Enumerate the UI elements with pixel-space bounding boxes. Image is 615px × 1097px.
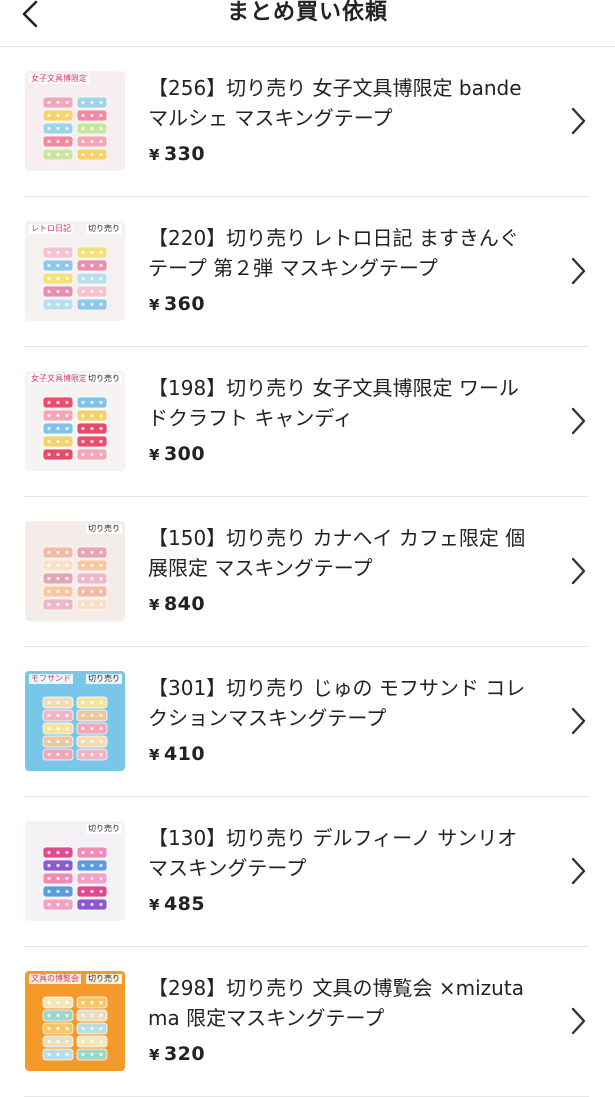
item-price: ¥360	[149, 293, 205, 315]
product-thumbnail: モフサンド 切り売り	[25, 671, 125, 771]
item-title: 【130】切り売り デルフィーノ サンリオ マスキングテープ	[148, 826, 518, 880]
thumbnail-label: 切り売り	[86, 374, 122, 384]
list-item[interactable]: 文具の博覧会 切り売り 【298】切り売り 文具の博覧会 ×mizutama 限定マ…	[0, 947, 615, 1097]
currency-symbol: ¥	[149, 896, 160, 914]
price-value: 300	[163, 443, 206, 465]
item-list: 女子文具博限定 【256】切り売り 女子文具博限定 bande マルシェ マスキン…	[0, 47, 615, 1097]
item-title: 【256】切り売り 女子文具博限定 bande マルシェ マスキングテープ	[148, 76, 522, 130]
chevron-right-icon[interactable]	[569, 557, 587, 585]
thumbnail-label: 切り売り	[86, 974, 122, 984]
currency-symbol: ¥	[149, 596, 160, 614]
page-title: まとめ買い依頼	[226, 0, 388, 25]
item-price: ¥485	[149, 893, 205, 915]
currency-symbol: ¥	[149, 446, 160, 464]
item-price: ¥840	[149, 593, 205, 615]
thumbnail-label: レトロ日記	[29, 224, 73, 234]
price-value: 410	[163, 743, 206, 765]
product-thumbnail: レトロ日記 切り売り	[25, 221, 125, 321]
app-header: まとめ買い依頼	[0, 0, 615, 47]
currency-symbol: ¥	[149, 746, 160, 764]
price-value: 360	[163, 293, 206, 315]
currency-symbol: ¥	[149, 146, 160, 164]
chevron-right-icon[interactable]	[569, 857, 587, 885]
thumbnail-label: 女子文具博限定	[29, 374, 89, 384]
item-title: 【301】切り売り じゅの モフサンド コレクションマスキングテープ	[148, 676, 526, 730]
price-value: 485	[163, 893, 206, 915]
list-item[interactable]: 女子文具博限定 【256】切り売り 女子文具博限定 bande マルシェ マスキン…	[0, 47, 615, 197]
product-thumbnail: 切り売り	[25, 821, 125, 921]
currency-symbol: ¥	[149, 1046, 160, 1064]
list-item[interactable]: 切り売り 【130】切り売り デルフィーノ サンリオ マスキングテープ ¥485	[0, 797, 615, 947]
item-title: 【298】切り売り 文具の博覧会 ×mizutama 限定マスキングテープ	[148, 976, 524, 1030]
thumbnail-label: 文具の博覧会	[29, 974, 81, 984]
list-item[interactable]: 切り売り 【150】切り売り カナヘイ カフェ限定 個展限定 マスキングテープ ¥8…	[0, 497, 615, 647]
list-item[interactable]: レトロ日記 切り売り 【220】切り売り レトロ日記 ますきんぐテープ 第２弾 マス…	[0, 197, 615, 347]
currency-symbol: ¥	[149, 296, 160, 314]
price-value: 330	[163, 143, 206, 165]
thumbnail-label: モフサンド	[29, 674, 73, 684]
item-price: ¥320	[149, 1043, 205, 1065]
item-price: ¥300	[149, 443, 205, 465]
item-price: ¥410	[149, 743, 205, 765]
list-item[interactable]: 女子文具博限定 切り売り 【198】切り売り 女子文具博限定 ワールドクラフト キャ…	[0, 347, 615, 497]
thumbnail-label: 女子文具博限定	[29, 74, 89, 84]
price-value: 840	[163, 593, 206, 615]
thumbnail-label: 切り売り	[86, 824, 122, 834]
item-title: 【198】切り売り 女子文具博限定 ワールドクラフト キャンディ	[148, 376, 519, 430]
thumbnail-label: 切り売り	[86, 674, 122, 684]
item-title: 【150】切り売り カナヘイ カフェ限定 個展限定 マスキングテープ	[148, 526, 526, 580]
product-thumbnail: 女子文具博限定	[25, 71, 125, 171]
price-value: 320	[163, 1043, 206, 1065]
product-thumbnail: 文具の博覧会 切り売り	[25, 971, 125, 1071]
chevron-right-icon[interactable]	[569, 707, 587, 735]
chevron-right-icon[interactable]	[569, 1007, 587, 1035]
chevron-right-icon[interactable]	[569, 107, 587, 135]
chevron-right-icon[interactable]	[569, 257, 587, 285]
product-thumbnail: 切り売り	[25, 521, 125, 621]
item-price: ¥330	[149, 143, 205, 165]
list-item[interactable]: モフサンド 切り売り 【301】切り売り じゅの モフサンド コレクションマスキング…	[0, 647, 615, 797]
product-thumbnail: 女子文具博限定 切り売り	[25, 371, 125, 471]
item-title: 【220】切り売り レトロ日記 ますきんぐテープ 第２弾 マスキングテープ	[148, 226, 519, 280]
thumbnail-label: 切り売り	[86, 224, 122, 234]
chevron-right-icon[interactable]	[569, 407, 587, 435]
thumbnail-label: 切り売り	[86, 524, 122, 534]
